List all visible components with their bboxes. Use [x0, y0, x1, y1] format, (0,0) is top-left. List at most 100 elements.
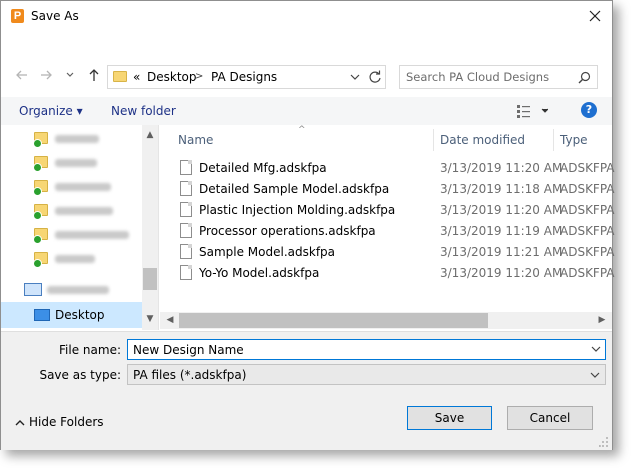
file-icon — [180, 265, 192, 280]
computer-icon — [24, 283, 42, 296]
nav-item-label: Desktop — [55, 308, 105, 322]
hide-folders-label: Hide Folders — [29, 415, 104, 429]
file-icon — [180, 223, 192, 238]
save-as-type-value: PA files (*.adskfpa) — [133, 368, 247, 382]
file-row[interactable]: Detailed Mfg.adskfpa 3/13/2019 11:20 AM … — [178, 158, 615, 179]
sync-check-icon — [33, 259, 42, 268]
file-list-horizontal-scrollbar[interactable]: ◀ ▶ — [160, 312, 612, 329]
title-bar: P Save As — [1, 1, 612, 31]
file-name: Detailed Sample Model.adskfpa — [199, 182, 390, 196]
column-header-date[interactable]: Date modified — [440, 133, 525, 147]
address-dropdown-chevron-icon[interactable] — [349, 71, 361, 83]
file-list: ^ Name Date modified Type Detailed Mfg.a… — [160, 125, 615, 330]
nav-item-obscured[interactable] — [1, 223, 142, 247]
nav-pane-scrollbar[interactable]: ▲ ▼ — [142, 125, 158, 330]
file-row[interactable]: Plastic Injection Molding.adskfpa 3/13/2… — [178, 200, 615, 221]
file-icon — [180, 244, 192, 259]
scroll-up-arrow-icon[interactable]: ▲ — [142, 127, 158, 143]
hide-folders-toggle[interactable]: Hide Folders — [15, 415, 104, 429]
save-as-type-select[interactable]: PA files (*.adskfpa) — [127, 364, 606, 385]
refresh-icon[interactable] — [367, 69, 383, 85]
close-icon[interactable] — [585, 6, 605, 26]
file-row[interactable]: Detailed Sample Model.adskfpa 3/13/2019 … — [178, 179, 615, 200]
up-arrow-icon[interactable] — [87, 68, 101, 82]
breadcrumb-pa-designs[interactable]: PA Designs — [211, 70, 277, 84]
file-date: 3/13/2019 11:20 AM — [440, 161, 563, 175]
file-icon — [180, 202, 192, 217]
file-date: 3/13/2019 11:19 AM — [440, 224, 563, 238]
sync-check-icon — [33, 163, 42, 172]
file-name: Plastic Injection Molding.adskfpa — [199, 203, 396, 217]
file-name: Yo-Yo Model.adskfpa — [199, 266, 320, 280]
forward-arrow-icon[interactable] — [39, 68, 53, 82]
breadcrumb-separator[interactable]: > — [195, 71, 203, 82]
save-button[interactable]: Save — [407, 406, 492, 430]
file-type: ADSKFPA — [560, 224, 615, 238]
file-type: ADSKFPA — [560, 203, 615, 217]
sort-ascending-icon: ^ — [298, 125, 306, 135]
scroll-right-arrow-icon[interactable]: ▶ — [594, 312, 610, 328]
obscured-label — [55, 183, 111, 191]
sync-check-icon — [33, 187, 42, 196]
obscured-label — [55, 207, 113, 215]
obscured-label — [55, 135, 99, 143]
back-arrow-icon[interactable] — [15, 68, 29, 82]
nav-item-obscured[interactable] — [1, 199, 142, 223]
breadcrumb-overflow[interactable]: « — [133, 70, 140, 84]
obscured-label — [55, 255, 95, 263]
file-row[interactable]: Processor operations.adskfpa 3/13/2019 1… — [178, 221, 615, 242]
obscured-label — [55, 231, 129, 239]
column-divider[interactable] — [433, 129, 434, 151]
organize-button[interactable]: Organize ▾ — [19, 104, 83, 118]
file-date: 3/13/2019 11:20 AM — [440, 266, 563, 280]
file-type: ADSKFPA — [560, 245, 615, 259]
obscured-label — [47, 286, 109, 294]
chevron-up-icon — [15, 419, 25, 425]
command-toolbar: Organize ▾ New folder ? — [1, 97, 612, 125]
nav-item-obscured[interactable] — [1, 151, 142, 175]
file-icon — [180, 160, 192, 175]
app-icon: P — [11, 9, 24, 23]
file-date: 3/13/2019 11:18 AM — [440, 182, 563, 196]
file-icon — [180, 181, 192, 196]
scroll-thumb[interactable] — [179, 313, 488, 328]
sync-check-icon — [33, 211, 42, 220]
column-header-type[interactable]: Type — [560, 133, 588, 147]
view-options-icon[interactable] — [516, 104, 548, 118]
scroll-down-arrow-icon[interactable]: ▼ — [142, 311, 158, 327]
chevron-down-icon — [590, 372, 600, 378]
navigation-pane: Desktop ▲ ▼ — [1, 125, 159, 330]
breadcrumb-desktop[interactable]: Desktop — [147, 70, 197, 84]
file-date: 3/13/2019 11:21 AM — [440, 245, 563, 259]
cancel-button[interactable]: Cancel — [507, 406, 593, 430]
file-row[interactable]: Sample Model.adskfpa 3/13/2019 11:21 AM … — [178, 242, 615, 263]
scroll-left-arrow-icon[interactable]: ◀ — [162, 312, 178, 328]
file-name: Processor operations.adskfpa — [199, 224, 376, 238]
nav-item-obscured[interactable] — [1, 127, 142, 151]
column-divider[interactable] — [553, 129, 554, 151]
resize-grip-icon[interactable] — [599, 435, 609, 447]
search-box[interactable] — [399, 65, 598, 89]
sync-check-icon — [33, 139, 42, 148]
recent-locations-chevron-icon[interactable] — [63, 68, 77, 82]
nav-item-obscured[interactable] — [1, 247, 142, 271]
scroll-thumb[interactable] — [143, 268, 157, 290]
folder-icon — [113, 71, 127, 82]
search-icon[interactable] — [578, 71, 591, 84]
file-type: ADSKFPA — [560, 182, 615, 196]
column-header-name[interactable]: Name — [178, 133, 213, 147]
file-name-input[interactable] — [127, 339, 606, 360]
new-folder-button[interactable]: New folder — [111, 104, 176, 118]
help-icon[interactable]: ? — [581, 102, 597, 118]
nav-item-desktop[interactable]: Desktop — [1, 302, 142, 328]
save-as-dialog: P Save As « Desktop > PA Designs Search … — [0, 0, 615, 450]
file-name: Detailed Mfg.adskfpa — [199, 161, 327, 175]
obscured-label — [55, 159, 97, 167]
file-row[interactable]: Yo-Yo Model.adskfpa 3/13/2019 11:20 AM A… — [178, 263, 615, 284]
nav-item-obscured[interactable] — [1, 175, 142, 199]
search-input[interactable] — [400, 66, 570, 88]
save-form: File name: Save as type: PA files (*.ads… — [1, 331, 612, 450]
file-name: Sample Model.adskfpa — [199, 245, 336, 259]
file-name-dropdown-chevron-icon[interactable] — [590, 343, 602, 355]
address-bar[interactable]: « Desktop > PA Designs — [107, 65, 386, 89]
